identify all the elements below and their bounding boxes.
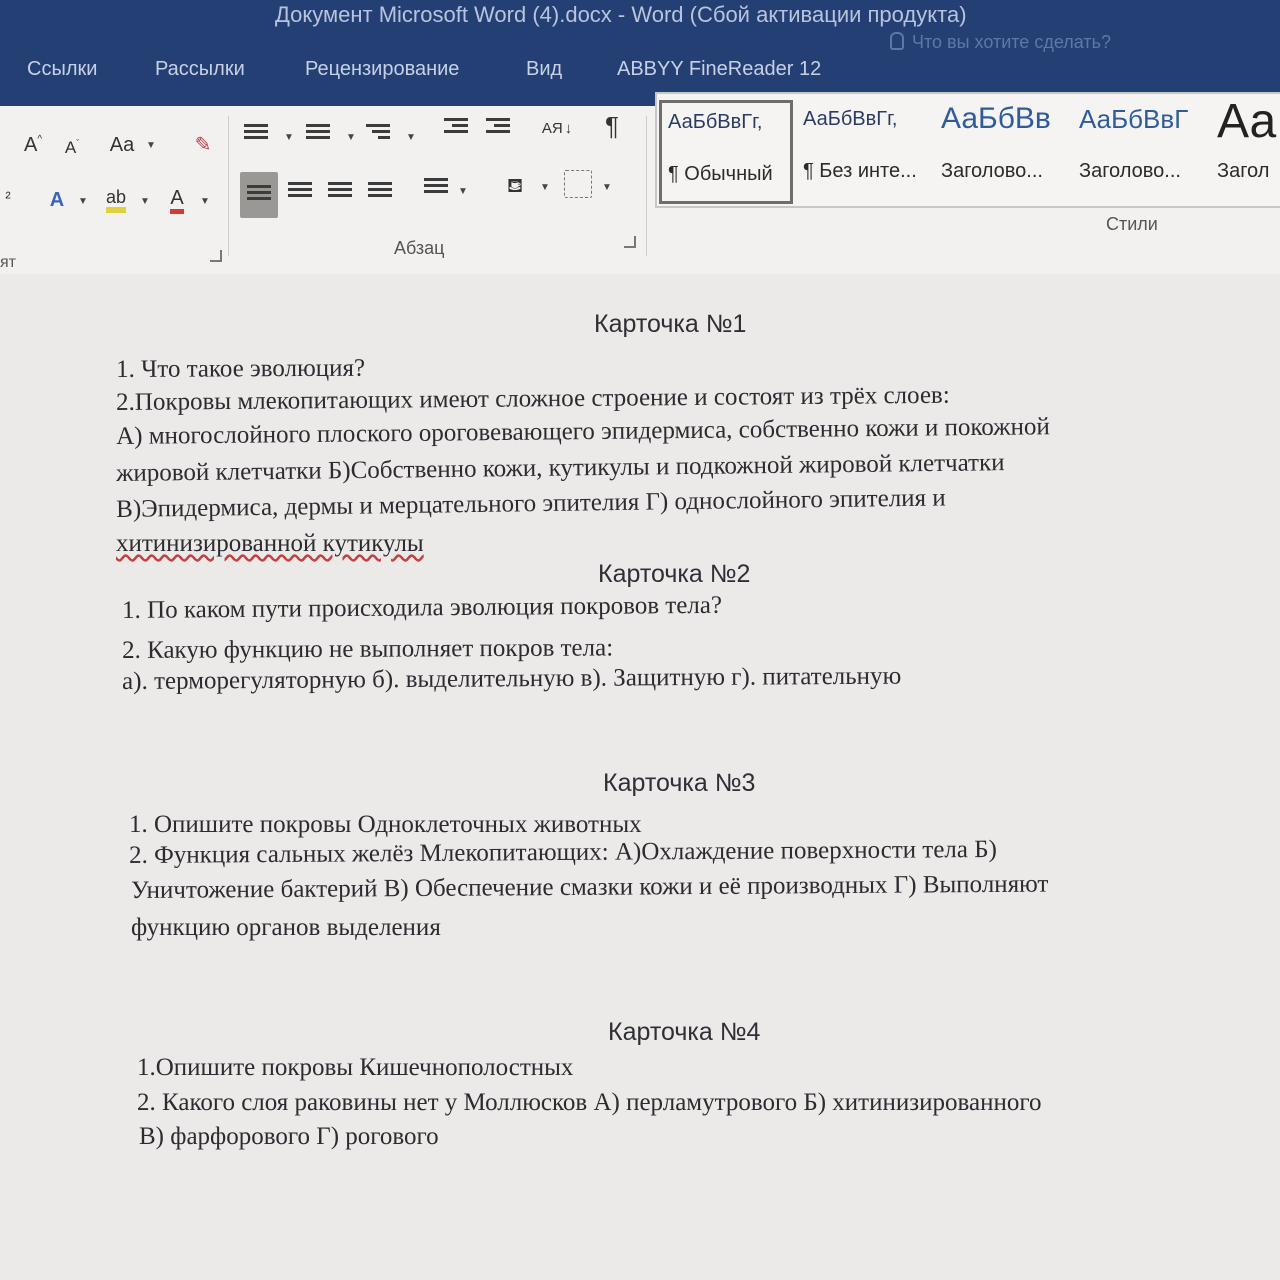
title-bar: Документ Microsoft Word (4).docx - Word … xyxy=(0,0,1280,106)
card-4-title: Карточка №4 xyxy=(608,1018,761,1046)
tab-references[interactable]: Ссылки xyxy=(27,58,97,81)
chevron-down-icon: ▼ xyxy=(346,132,356,143)
tab-view[interactable]: Вид xyxy=(526,58,562,81)
subscript-icon[interactable]: ² xyxy=(0,184,16,214)
change-case-button[interactable]: Aa xyxy=(104,130,140,160)
tab-mailings[interactable]: Рассылки xyxy=(155,58,245,81)
tab-abbyy-finereader[interactable]: ABBYY FineReader 12 xyxy=(617,58,821,81)
card-3-title: Карточка №3 xyxy=(603,769,756,797)
chevron-down-icon: ▼ xyxy=(602,182,612,193)
tell-me-text: Что вы хотите сделать? xyxy=(912,32,1111,52)
tell-me-search[interactable]: Что вы хотите сделать? xyxy=(890,32,1111,53)
group-separator xyxy=(646,116,647,256)
chevron-down-icon: ▼ xyxy=(146,140,156,151)
window-title: Документ Microsoft Word (4).docx - Word … xyxy=(275,2,967,27)
font-group-label: ят xyxy=(0,254,16,271)
increase-indent-icon[interactable] xyxy=(486,118,510,138)
chevron-down-icon: ▼ xyxy=(140,196,150,207)
borders-icon[interactable] xyxy=(564,170,592,198)
card-1-line-6: хитинизированной кутикулы xyxy=(116,530,424,557)
chevron-down-icon: ▼ xyxy=(284,132,294,143)
shading-icon[interactable]: ⛾ xyxy=(498,170,532,204)
group-separator xyxy=(228,116,229,256)
card-4-line-2: 2. Какого слоя раковины нет у Моллюсков … xyxy=(137,1089,1042,1116)
clear-formatting-icon[interactable]: ✎ xyxy=(186,128,220,160)
style-no-spacing[interactable]: АаБбВвГг, ¶ Без инте... xyxy=(797,100,925,198)
justify-icon[interactable] xyxy=(368,182,392,202)
font-dialog-launcher[interactable] xyxy=(210,250,222,262)
card-2-line-2: 2. Какую функцию не выполняет покров тел… xyxy=(122,634,614,664)
card-2-line-3: а). терморегуляторную б). выделительную … xyxy=(122,662,902,695)
font-color-button[interactable]: A xyxy=(160,184,194,216)
style-normal[interactable]: АаБбВвГг, ¶ Обычный xyxy=(659,100,793,204)
numbering-icon[interactable] xyxy=(306,124,330,144)
card-1-title: Карточка №1 xyxy=(594,310,747,338)
align-right-icon[interactable] xyxy=(328,182,352,202)
align-center-icon[interactable] xyxy=(288,182,312,202)
chevron-down-icon: ▼ xyxy=(78,196,88,207)
style-heading-1[interactable]: АаБбВв Заголово... xyxy=(935,100,1065,198)
chevron-down-icon: ▼ xyxy=(540,182,550,193)
align-left-button[interactable] xyxy=(240,172,278,218)
tab-review[interactable]: Рецензирование xyxy=(305,58,459,81)
chevron-down-icon: ▼ xyxy=(200,196,210,207)
styles-group-label: Стили xyxy=(1106,214,1158,234)
multilevel-list-icon[interactable] xyxy=(366,124,390,144)
card-3-line-1: 1. Опишите покровы Одноклеточных животны… xyxy=(129,811,642,838)
style-title[interactable]: Аа Загол xyxy=(1211,95,1280,198)
bullets-icon[interactable] xyxy=(244,124,268,144)
sort-button[interactable]: АЯ ↓ xyxy=(540,112,574,144)
grow-font-button[interactable]: A ^ xyxy=(18,130,48,160)
paragraph-dialog-launcher[interactable] xyxy=(624,236,636,248)
card-1-line-1: 1. Что такое эволюция? xyxy=(116,354,366,383)
card-2-line-1: 1. По каком пути происходила эволюция по… xyxy=(122,591,723,624)
chevron-down-icon: ▼ xyxy=(458,186,468,197)
card-3-line-4: функцию органов выделения xyxy=(131,914,441,941)
paragraph-group-label: Абзац xyxy=(394,238,445,258)
chevron-down-icon: ▼ xyxy=(406,132,416,143)
style-heading-2[interactable]: АаБбВвГ Заголово... xyxy=(1073,100,1201,198)
highlight-button[interactable]: ab xyxy=(98,184,134,216)
show-formatting-button[interactable]: ¶ xyxy=(596,110,628,142)
card-4-line-1: 1.Опишите покровы Кишечнополостных xyxy=(137,1054,574,1081)
card-2-title: Карточка №2 xyxy=(598,560,751,588)
line-spacing-icon[interactable] xyxy=(424,178,448,198)
lightbulb-icon xyxy=(890,32,904,50)
styles-gallery: АаБбВвГг, ¶ Обычный АаБбВвГг, ¶ Без инте… xyxy=(655,92,1280,208)
text-effects-button[interactable]: A xyxy=(40,184,74,216)
decrease-indent-icon[interactable] xyxy=(444,118,468,138)
card-4-line-3: В) фарфорового Г) рогового xyxy=(139,1123,439,1150)
shrink-font-button[interactable]: Aˇ xyxy=(58,134,86,162)
